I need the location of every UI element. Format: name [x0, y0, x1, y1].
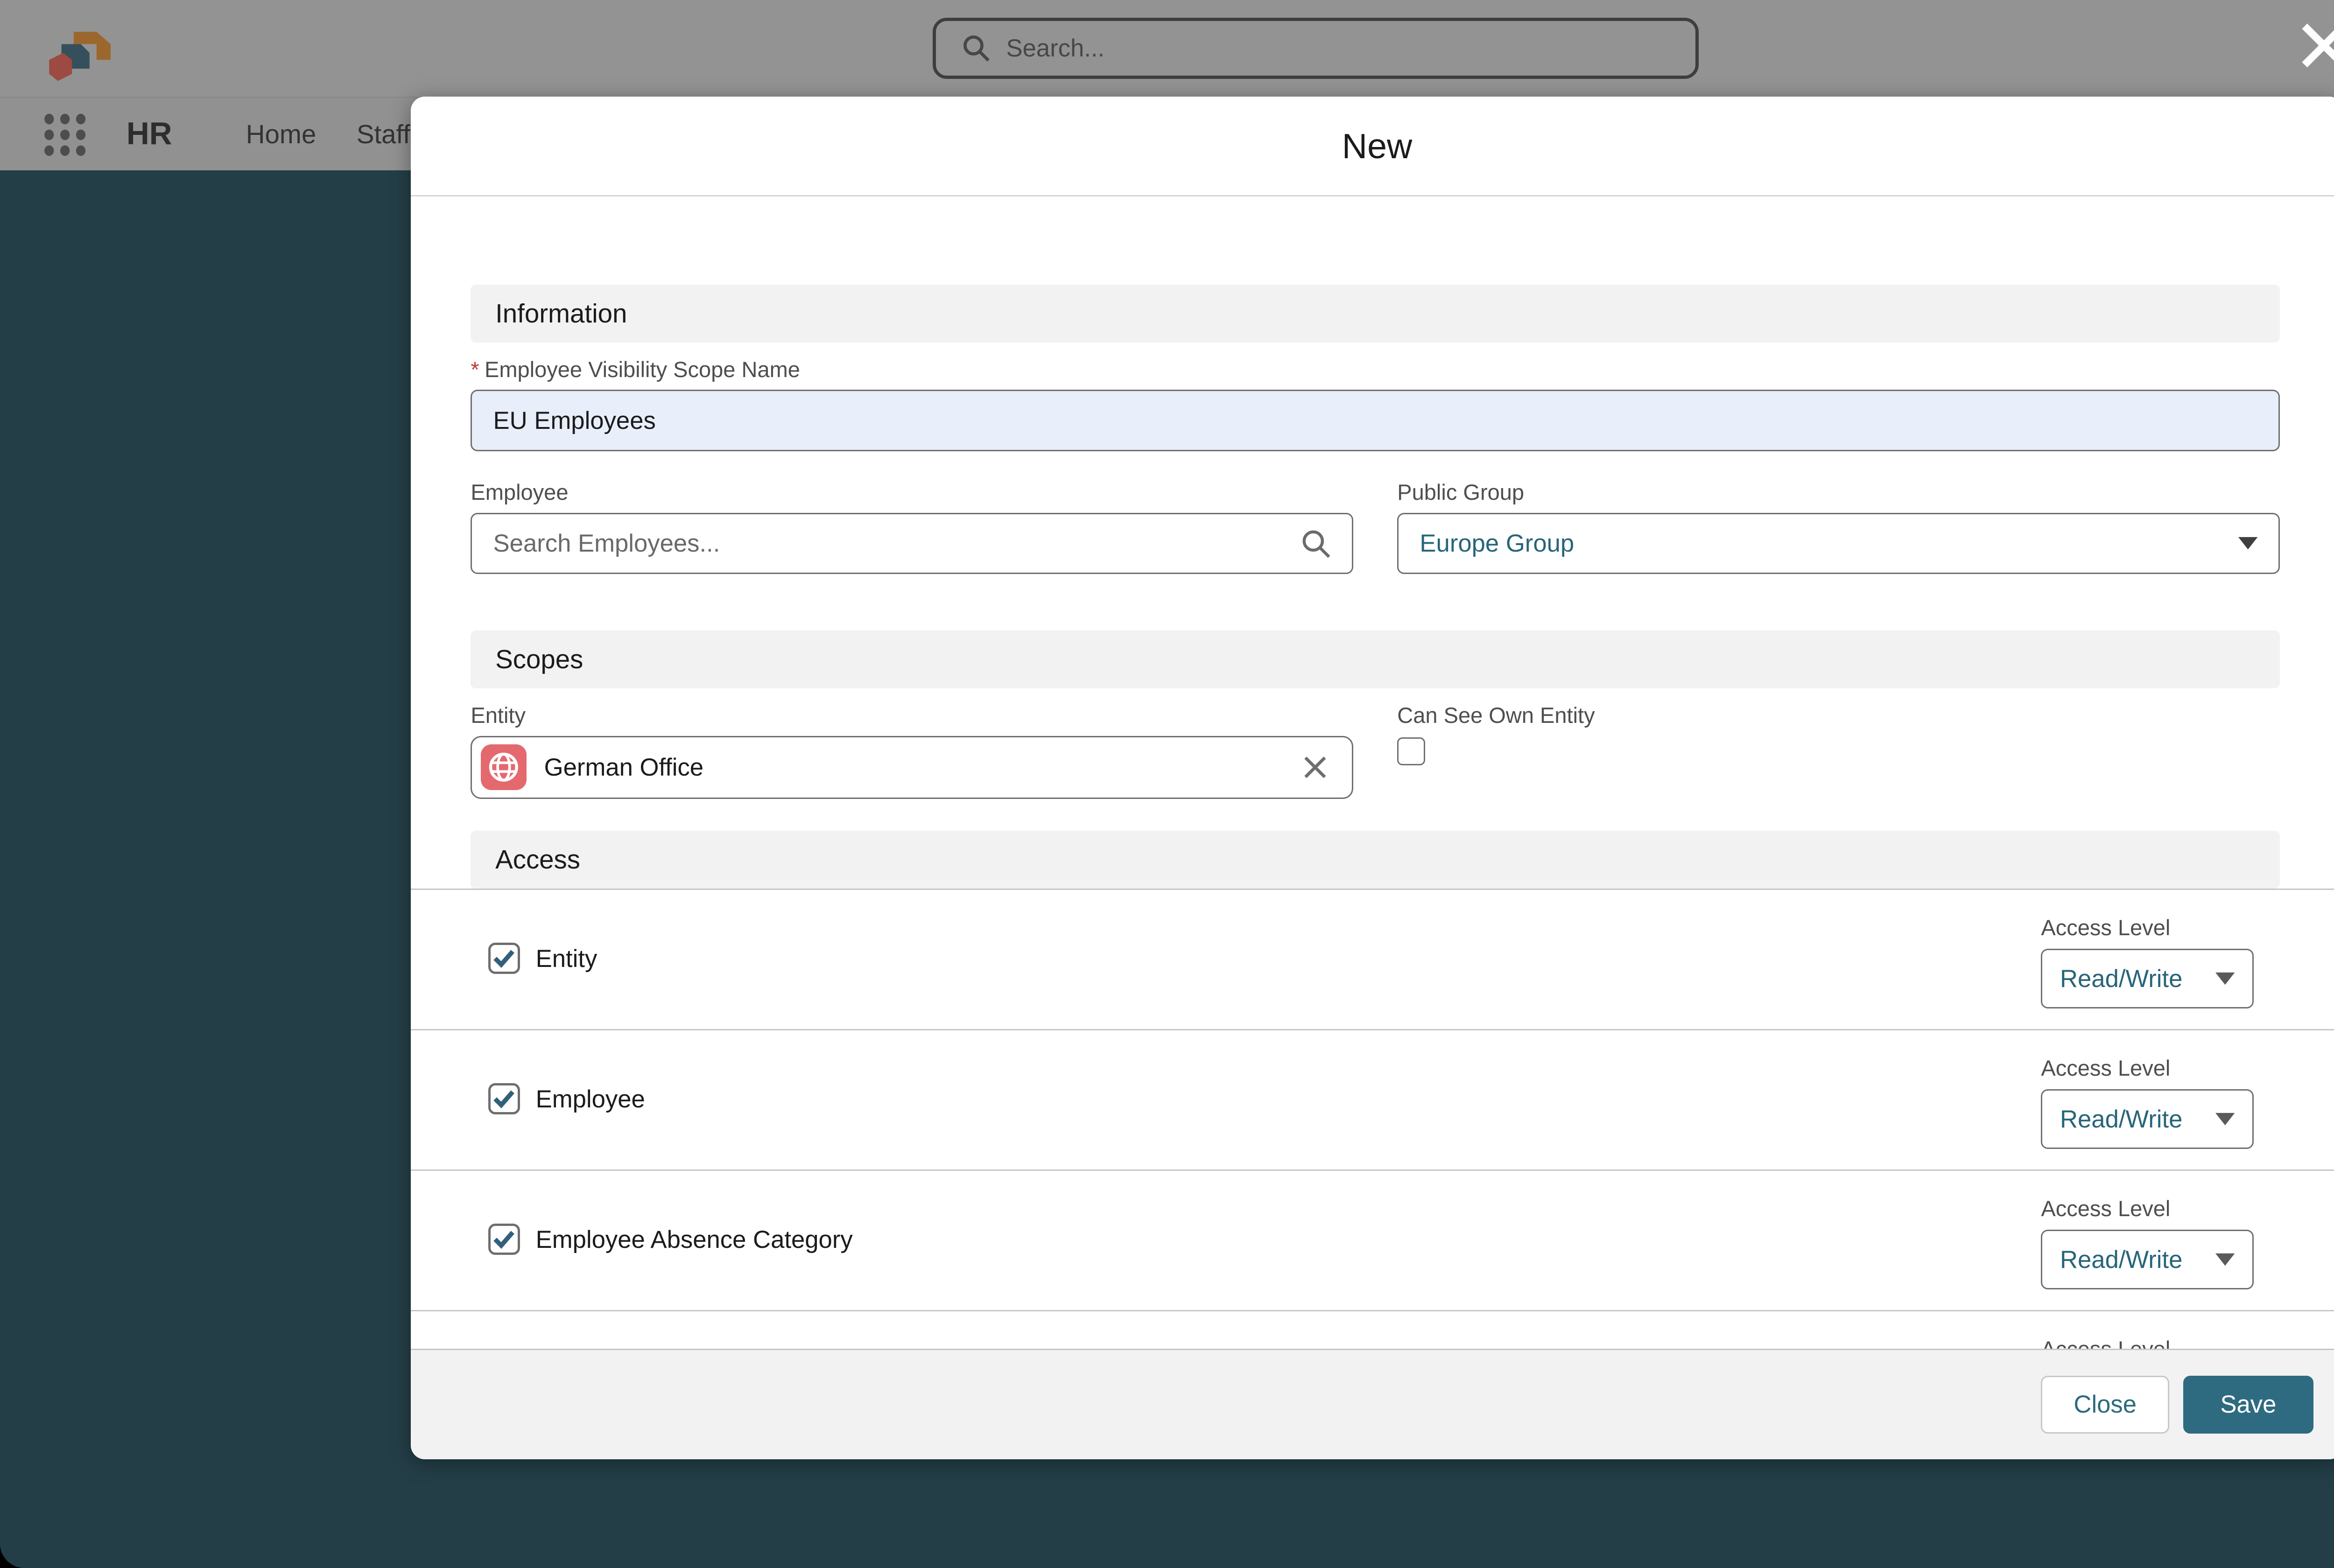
- section-header-information: Information: [471, 285, 2280, 343]
- global-search[interactable]: [933, 18, 1699, 79]
- access-level-block: Access Level Read/Write: [2041, 1311, 2253, 1349]
- access-level-dropdown[interactable]: Read/Write: [2041, 1230, 2253, 1289]
- access-row: Employee Absence Category Access Level R…: [471, 1171, 2280, 1311]
- can-see-own-entity-label: Can See Own Entity: [1397, 702, 2280, 728]
- scope-name-input[interactable]: [471, 390, 2280, 451]
- caret-down-icon: [2238, 536, 2257, 550]
- employee-label: Employee: [471, 479, 1353, 505]
- public-group-select[interactable]: Europe Group: [1397, 513, 2280, 574]
- access-row: Entity Access Level Read/Write: [471, 890, 2280, 1030]
- modal-header: New: [411, 97, 2334, 196]
- can-see-own-entity-checkbox[interactable]: [1397, 737, 1425, 765]
- modal-footer: Close Save: [411, 1349, 2334, 1459]
- required-asterisk: *: [471, 357, 479, 383]
- section-title: Scopes: [495, 644, 583, 674]
- access-row-checkbox[interactable]: [488, 1083, 520, 1115]
- caret-down-icon: [2215, 972, 2235, 986]
- access-level-value: Read/Write: [2060, 1105, 2182, 1134]
- employee-lookup-field[interactable]: Search Employees...: [471, 513, 1353, 574]
- app-name: HR: [127, 116, 172, 152]
- entity-lookup-pill[interactable]: German Office: [471, 736, 1353, 799]
- nav-tab-staff[interactable]: Staff: [357, 119, 410, 149]
- section-title: Information: [495, 298, 627, 329]
- access-level-block: Access Level Read/Write: [2041, 1171, 2253, 1289]
- scope-name-label: * Employee Visibility Scope Name: [471, 357, 2280, 383]
- entity-record-icon: [481, 744, 527, 790]
- remove-selection-icon[interactable]: [1303, 755, 1328, 780]
- close-button[interactable]: Close: [2041, 1376, 2169, 1434]
- checkmark-icon: [492, 1230, 515, 1249]
- entity-label: Entity: [471, 702, 1353, 728]
- search-input[interactable]: [1006, 34, 1639, 63]
- access-row-label: Employee Absence Category: [536, 1225, 853, 1254]
- search-icon: [962, 34, 990, 62]
- access-row-checkbox[interactable]: [488, 1224, 520, 1255]
- caret-down-icon: [2215, 1253, 2235, 1267]
- access-rows: Entity Access Level Read/Write Employee …: [471, 890, 2280, 1349]
- new-record-modal: New Information * Employee Visibility Sc…: [411, 97, 2334, 1459]
- entity-value: German Office: [544, 753, 1303, 782]
- globe-icon: [488, 751, 520, 783]
- access-level-label: Access Level: [2041, 915, 2253, 940]
- section-header-access: Access: [471, 831, 2280, 889]
- access-row-label: Employee: [536, 1085, 645, 1113]
- search-icon: [1301, 529, 1331, 559]
- access-level-dropdown[interactable]: Read/Write: [2041, 1089, 2253, 1149]
- app-launcher-icon[interactable]: [44, 112, 86, 158]
- access-level-value: Read/Write: [2060, 1246, 2182, 1274]
- access-level-block: Access Level Read/Write: [2041, 890, 2253, 1008]
- app-logo-icon: [44, 18, 125, 84]
- modal-title: New: [1342, 126, 1413, 166]
- checkmark-icon: [492, 949, 515, 968]
- nav-tab-home[interactable]: Home: [246, 119, 316, 149]
- section-title: Access: [495, 844, 580, 875]
- access-level-dropdown[interactable]: Read/Write: [2041, 949, 2253, 1008]
- access-level-label: Access Level: [2041, 1196, 2253, 1221]
- access-level-block: Access Level Read/Write: [2041, 1030, 2253, 1149]
- modal-close-button[interactable]: [2296, 19, 2334, 75]
- access-level-label: Access Level: [2041, 1055, 2253, 1081]
- public-group-label: Public Group: [1397, 479, 2280, 505]
- access-level-label: Access Level: [2041, 1336, 2253, 1349]
- close-icon: [2298, 19, 2334, 72]
- employee-lookup-placeholder: Search Employees...: [493, 529, 720, 558]
- application-window: ? HR: [0, 0, 2334, 1568]
- access-row: Access Level Read/Write: [471, 1311, 2280, 1349]
- access-row: Employee Access Level Read/Write: [471, 1030, 2280, 1171]
- caret-down-icon: [2215, 1112, 2235, 1126]
- section-header-scopes: Scopes: [471, 630, 2280, 688]
- save-button[interactable]: Save: [2183, 1376, 2313, 1434]
- access-level-value: Read/Write: [2060, 965, 2182, 993]
- checkmark-icon: [492, 1089, 515, 1108]
- access-row-checkbox[interactable]: [488, 943, 520, 974]
- modal-body: Information * Employee Visibility Scope …: [411, 196, 2334, 1348]
- public-group-value: Europe Group: [1420, 529, 1574, 558]
- access-row-label: Entity: [536, 945, 598, 973]
- global-header: ?: [0, 0, 2334, 97]
